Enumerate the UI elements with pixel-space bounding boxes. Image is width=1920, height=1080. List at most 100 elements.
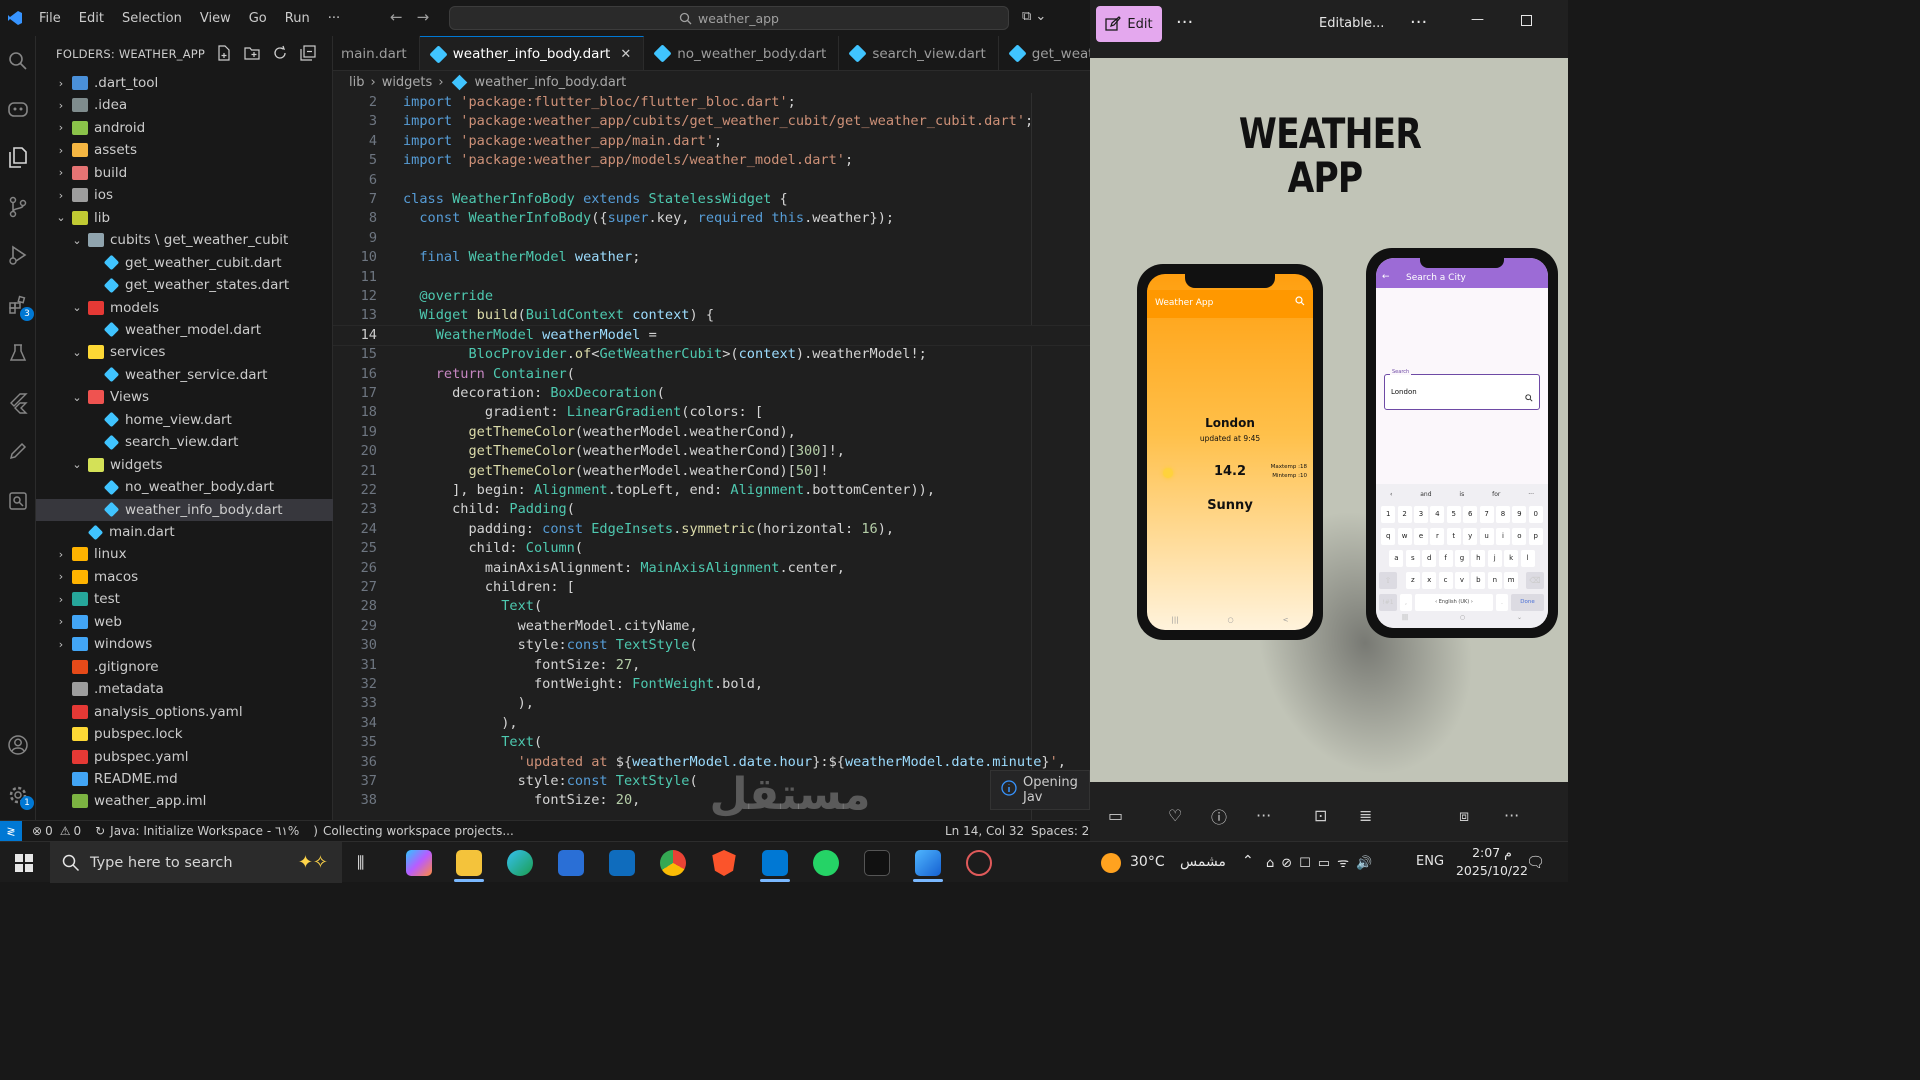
viewer-more-icon[interactable]: ··· [1504,806,1519,825]
editor-tab[interactable]: main.dart [333,36,420,70]
keyboard-key[interactable]: h [1471,550,1486,567]
clock-date[interactable]: 2025/10/22 [1452,863,1532,878]
copilot-chat-icon[interactable] [0,92,36,126]
keyboard-key[interactable]: 8 [1495,506,1511,523]
keyboard-key[interactable]: m [1504,572,1519,589]
menu-item[interactable]: View [191,11,240,26]
tree-item[interactable]: › test [36,588,333,610]
keyboard-key[interactable]: f [1438,550,1453,567]
file-menu-icon[interactable]: ··· [1410,12,1427,33]
keyboard-key[interactable]: y [1463,528,1478,545]
testing-icon[interactable] [0,336,36,370]
keyboard-key[interactable]: z [1405,572,1420,589]
tree-item[interactable]: weather_info_body.dart [36,498,333,521]
done-key[interactable]: Done [1511,594,1544,611]
cursor-position[interactable]: Ln 14, Col 32 [945,824,1024,838]
tree-item[interactable]: home_view.dart [36,409,333,431]
explorer-icon[interactable] [0,140,36,174]
fit-window-icon[interactable]: ⧈ [1459,806,1469,826]
new-folder-icon[interactable] [244,45,260,65]
terminal-icon[interactable] [864,850,890,876]
keyboard-key[interactable]: u [1479,528,1494,545]
keyboard-key[interactable]: p [1528,528,1543,545]
file-explorer-icon[interactable] [456,850,482,876]
recents-icon[interactable]: ||| [1171,616,1178,628]
tree-item[interactable]: ⌄ widgets [36,454,333,476]
tree-item[interactable]: › linux [36,543,333,565]
breadcrumb-item[interactable]: weather_info_body.dart [475,75,627,90]
tree-item[interactable]: ⌄ models [36,297,333,319]
keyboard-key[interactable]: b [1471,572,1486,589]
menu-item[interactable]: File [30,11,70,26]
keyboard-suggestion[interactable]: and [1420,491,1431,498]
file-info-icon[interactable]: ⓘ [1211,804,1227,828]
tree-item[interactable]: weather_model.dart [36,319,333,341]
tree-item[interactable]: weather_service.dart [36,364,333,386]
menu-item[interactable]: Run [276,11,319,26]
new-file-icon[interactable] [216,45,232,65]
problems-indicator[interactable]: ⊗ 0 ⚠ 0 [32,824,81,838]
keyboard-key[interactable]: q [1381,528,1396,545]
menu-item[interactable]: Go [240,11,276,26]
keyboard-key[interactable]: d [1422,550,1437,567]
symbols-key[interactable]: !#1 [1379,594,1397,611]
command-center[interactable]: weather_app [449,6,1009,30]
tree-item[interactable]: no_weather_body.dart [36,476,333,498]
close-icon[interactable]: ✕ [620,47,631,62]
remote-explorer-icon[interactable] [0,484,36,518]
photos-app-icon[interactable] [915,850,941,876]
tree-item[interactable]: search_view.dart [36,431,333,453]
notification-center-icon[interactable]: 🗨 [1526,853,1545,871]
keyboard-key[interactable]: a [1389,550,1404,567]
taskbar-search[interactable]: Type here to search ✦✧ [50,842,342,883]
tree-item[interactable]: ⌄ cubits \ get_weather_cubit [36,229,333,251]
chevron-left-icon[interactable]: ‹ [1390,491,1392,498]
keyboard-key[interactable]: x [1422,572,1437,589]
edit-button[interactable]: Edit [1096,6,1162,42]
account-icon[interactable] [0,728,36,762]
keyboard-key[interactable]: 0 [1528,506,1543,523]
keyboard-key[interactable]: g [1454,550,1470,567]
hide-keyboard-icon[interactable]: ⌄ [1517,614,1522,626]
keyboard-key[interactable]: n [1487,572,1502,589]
favorite-heart-icon[interactable]: ♡ [1168,806,1182,825]
editor-tab[interactable]: get_weather_ [999,36,1090,70]
keyboard-key[interactable]: 6 [1463,506,1478,523]
forward-arrow-icon[interactable]: → [417,8,430,26]
keyboard-key[interactable]: l [1520,550,1535,567]
keyboard-key[interactable]: o [1512,528,1527,545]
breadcrumb-item[interactable]: widgets [382,75,433,90]
show-hidden-icons[interactable]: ⌃ [1242,853,1254,869]
filmstrip-icon[interactable]: ▭ [1108,806,1123,825]
editor-tab[interactable]: search_view.dart [839,36,999,70]
tree-item[interactable]: get_weather_states.dart [36,274,333,296]
run-debug-icon[interactable] [0,238,36,272]
tree-item[interactable]: get_weather_cubit.dart [36,252,333,274]
back-icon[interactable]: < [1283,616,1289,628]
task-status[interactable]: ) Collecting workspace projects... [313,824,514,838]
tray-icons[interactable]: ⌂⊘☐▭ᯤ🔊 [1266,853,1379,871]
windows-start-icon[interactable] [15,854,33,876]
keyboard-key[interactable]: s [1405,550,1420,567]
tree-item[interactable]: › macos [36,566,333,588]
keyboard-key[interactable]: 9 [1512,506,1527,523]
keyboard-key[interactable]: 7 [1479,506,1494,523]
outlook-icon[interactable] [609,850,635,876]
keyboard-key[interactable]: r [1430,528,1445,545]
search-icon[interactable] [1295,296,1305,309]
home-icon[interactable]: ○ [1228,616,1234,628]
keyboard-key[interactable]: k [1504,550,1519,567]
more-options-icon[interactable]: ··· [1176,12,1193,33]
brave-browser-icon[interactable] [712,850,736,876]
whatsapp-icon[interactable] [813,850,839,876]
period-key[interactable]: . [1496,594,1508,611]
tree-item[interactable]: ⌄ Views [36,386,333,408]
search-icon[interactable] [0,44,36,78]
edit-pen-icon[interactable] [0,434,36,468]
extract-text-icon[interactable]: ≣ [1359,806,1372,825]
keyboard-key[interactable]: 3 [1413,506,1429,523]
vscode-taskbar-icon[interactable] [762,850,788,876]
editor-tab[interactable]: weather_info_body.dart ✕ [419,36,645,70]
keyboard-key[interactable]: j [1487,550,1502,567]
home-icon[interactable]: ○ [1460,614,1465,626]
